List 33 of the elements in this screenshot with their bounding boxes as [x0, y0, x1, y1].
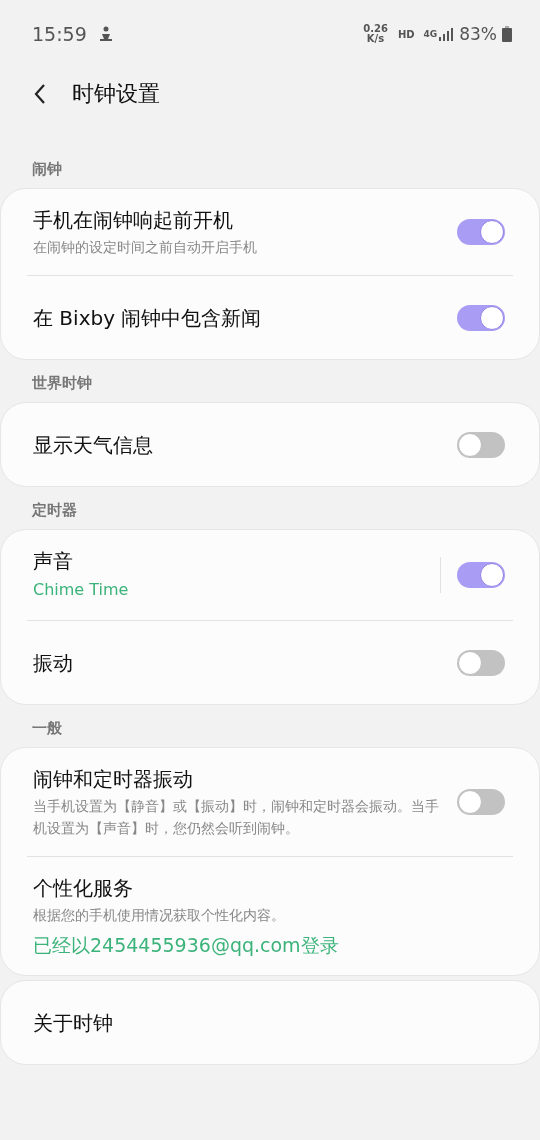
setting-title[interactable]: 在 Bixby 闹钟中包含新闻 [33, 303, 457, 332]
setting-title[interactable]: 个性化服务 [33, 874, 507, 902]
setting-description: 根据您的手机使用情况获取个性化内容。 [33, 906, 286, 925]
signal-icon [439, 27, 454, 41]
section-heading: 定时器 [31, 499, 78, 521]
setting-title[interactable]: 闹钟和定时器振动 [33, 765, 457, 793]
setting-description: 在闹钟的设定时间之前自动开启手机 [33, 238, 258, 257]
toggle-switch[interactable] [457, 789, 505, 815]
setting-title[interactable]: 声音 [33, 547, 424, 575]
setting-title[interactable]: 显示天气信息 [33, 430, 457, 459]
status-time: 15:59 [32, 23, 87, 45]
setting-title[interactable]: 关于时钟 [33, 1008, 507, 1037]
toggle-switch[interactable] [457, 219, 505, 245]
network-speed: 0.26 K/s [363, 24, 388, 44]
section-heading: 闹钟 [31, 158, 63, 180]
toggle-switch[interactable] [457, 431, 505, 458]
hd-label: HD [397, 28, 415, 40]
setting-title[interactable]: 手机在闹钟响起前开机 [33, 206, 457, 234]
setting-title[interactable]: 振动 [33, 648, 457, 677]
back-icon [34, 84, 46, 104]
battery-icon [502, 26, 512, 42]
toggle-switch[interactable] [457, 649, 505, 676]
network-type: 4G [423, 29, 438, 39]
setting-value: Chime Time [33, 579, 130, 601]
toggle-switch[interactable] [457, 304, 505, 331]
section-heading: 一般 [31, 717, 63, 739]
setting-value: 已经以2454455936@qq.com登录 [33, 933, 340, 958]
figure-icon [98, 26, 113, 42]
setting-description: 当手机设置为【静音】或【振动】时，闹钟和定时器会振动。当手机设置为【声音】时，您仍然会听到闹钟。 [33, 797, 440, 838]
page-title: 时钟设置 [72, 80, 160, 108]
battery-percent: 83% [459, 24, 497, 44]
section-heading: 世界时钟 [31, 372, 93, 394]
toggle-switch[interactable] [457, 562, 505, 588]
